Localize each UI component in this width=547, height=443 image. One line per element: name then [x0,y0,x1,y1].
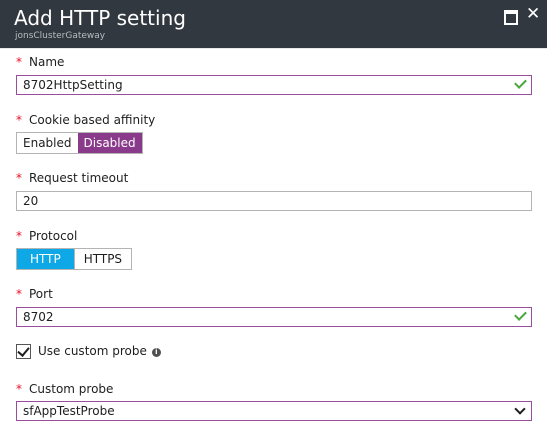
page-subtitle: jonsClusterGateway [15,31,106,41]
cookie-affinity-label: * Cookie based affinity [16,113,155,127]
protocol-https-option[interactable]: HTTPS [73,249,131,269]
port-label: * Port [16,287,53,301]
required-marker: * [16,229,22,243]
custom-probe-label: * Custom probe [16,382,113,396]
name-input[interactable]: 8702HttpSetting [16,75,532,95]
cookie-affinity-toggle: Enabled Disabled [16,132,143,154]
use-custom-probe-label: Use custom probe i [38,344,161,358]
checkmark-icon [17,344,30,357]
request-timeout-label: * Request timeout [16,171,128,185]
name-label-text: Name [29,55,65,69]
blade-header: Add HTTP setting jonsClusterGateway ✕ [0,0,547,48]
request-timeout-value: 20 [23,194,39,208]
required-marker: * [16,287,22,301]
request-timeout-input[interactable]: 20 [16,191,532,211]
custom-probe-label-text: Custom probe [29,382,114,396]
cookie-affinity-disabled-option[interactable]: Disabled [77,133,142,153]
protocol-label-text: Protocol [29,229,78,243]
port-input[interactable]: 8702 [16,307,532,327]
port-input-value: 8702 [23,310,54,324]
page-title: Add HTTP setting [14,6,186,30]
required-marker: * [16,113,22,127]
close-icon[interactable]: ✕ [526,6,540,23]
name-input-value: 8702HttpSetting [23,78,123,92]
cookie-affinity-label-text: Cookie based affinity [29,113,156,127]
cookie-affinity-enabled-option[interactable]: Enabled [17,133,78,153]
check-icon [514,76,527,89]
required-marker: * [16,382,22,396]
use-custom-probe-checkbox[interactable] [16,344,31,359]
port-label-text: Port [29,287,53,301]
check-icon [514,308,527,321]
required-marker: * [16,55,22,69]
custom-probe-selected-value: sfAppTestProbe [23,404,115,418]
protocol-toggle: HTTP HTTPS [16,248,133,270]
info-icon[interactable]: i [151,348,161,357]
header-divider [0,48,547,49]
protocol-http-option[interactable]: HTTP [17,249,74,269]
custom-probe-select[interactable]: sfAppTestProbe [16,401,532,421]
request-timeout-label-text: Request timeout [29,171,129,185]
required-marker: * [16,171,22,185]
name-label: * Name [16,55,64,69]
chevron-down-icon [514,403,526,415]
protocol-label: * Protocol [16,229,77,243]
maximize-icon[interactable] [504,10,518,25]
use-custom-probe-label-text: Use custom probe [38,344,147,358]
